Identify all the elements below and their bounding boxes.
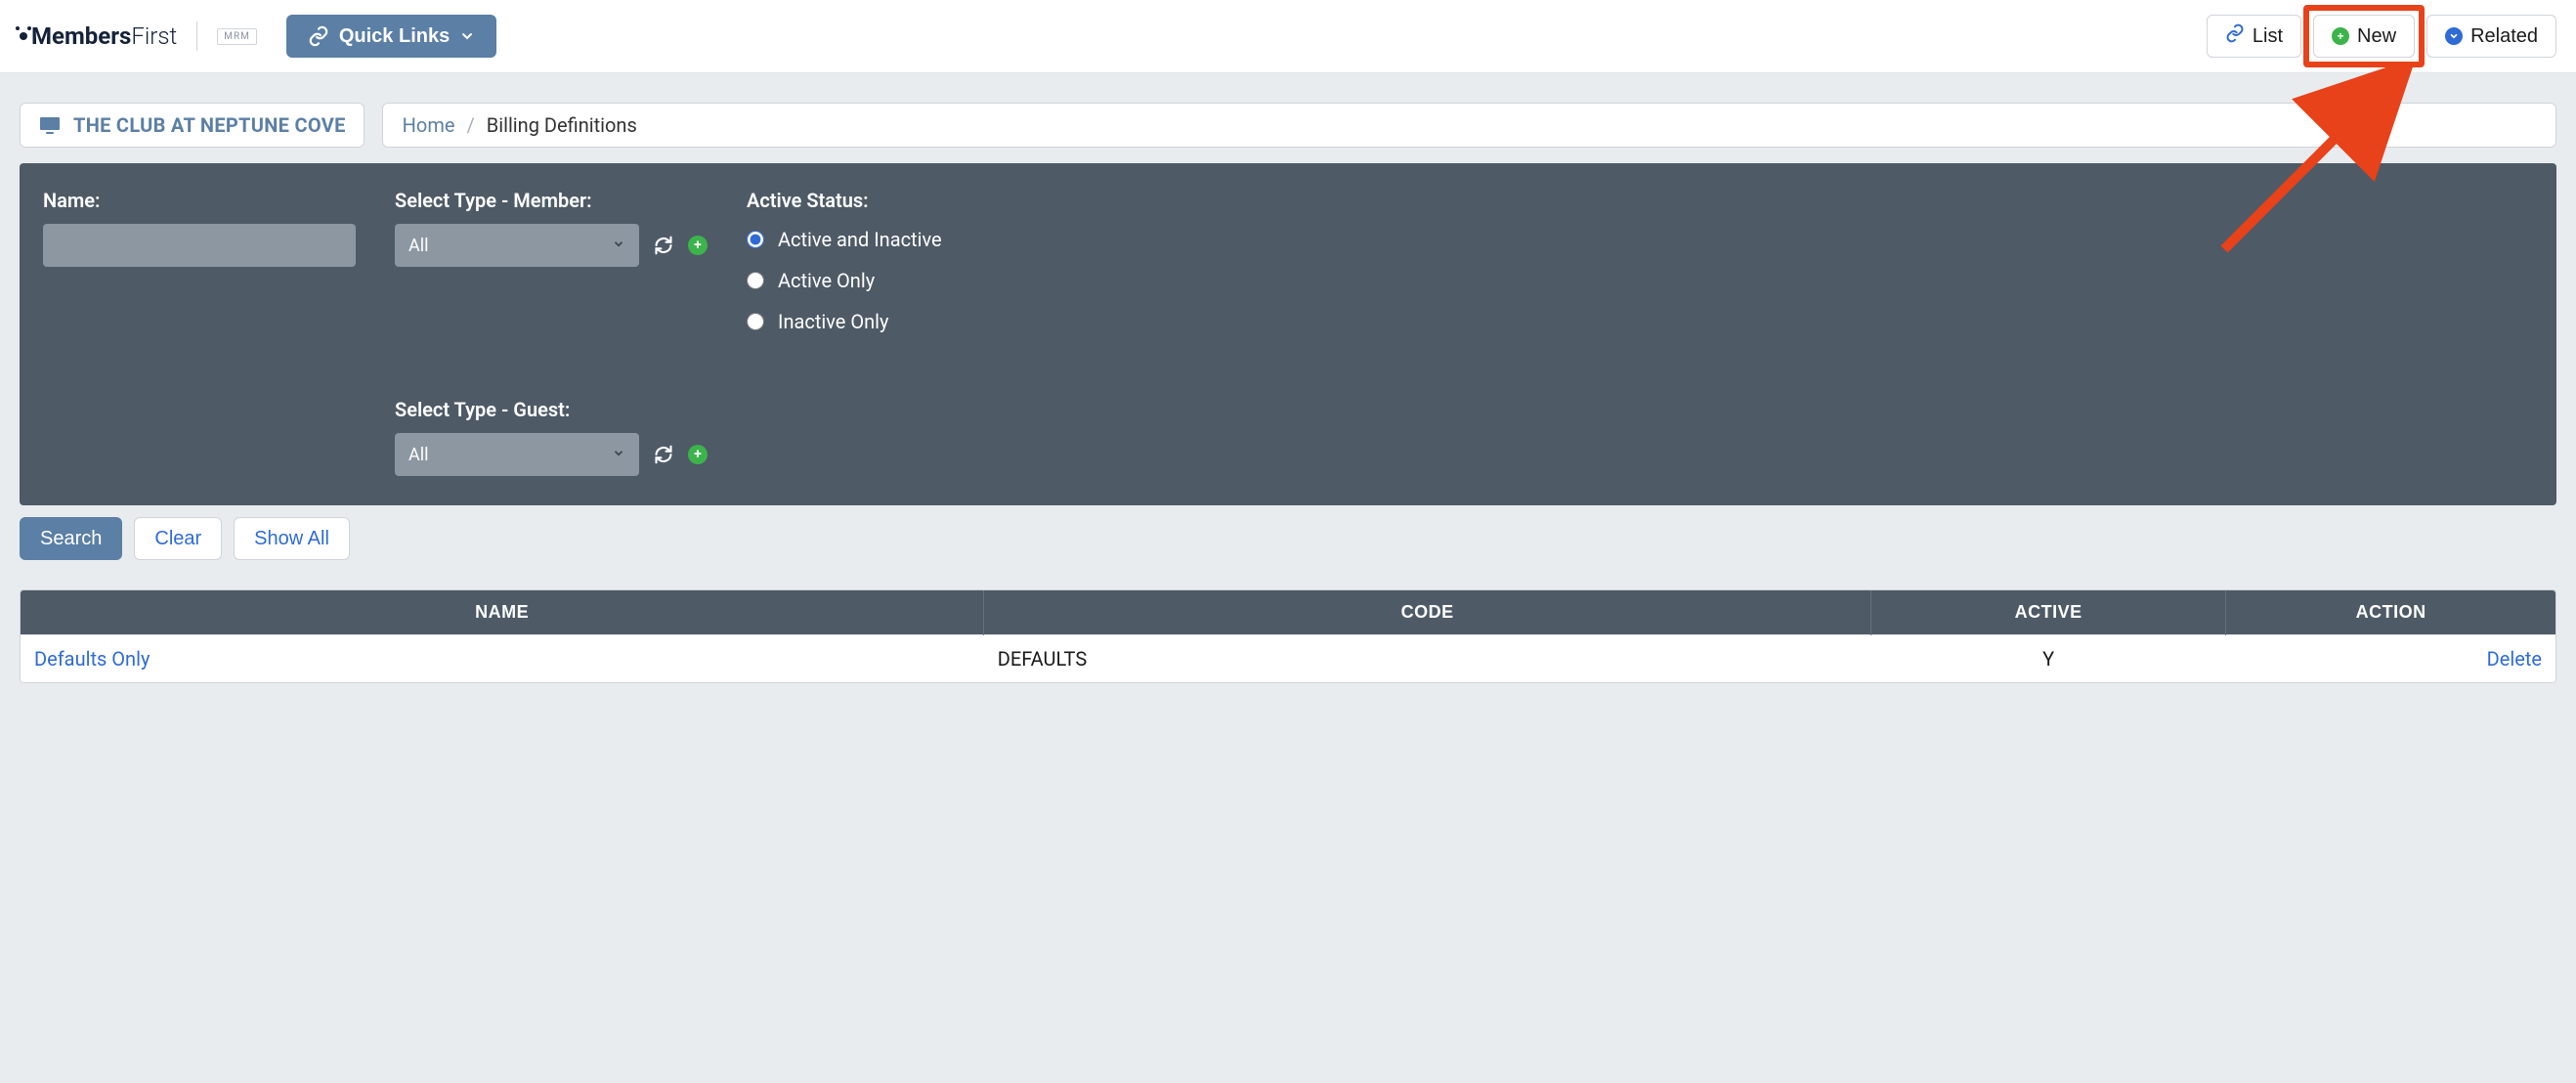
col-name: NAME <box>21 590 984 635</box>
radio-active-inactive[interactable]: Active and Inactive <box>747 228 2533 251</box>
table-row: Defaults Only DEFAULTS Y Delete <box>21 635 2555 683</box>
topbar: MembersFirst MRM Quick Links List <box>0 0 2576 73</box>
search-button[interactable]: Search <box>20 517 122 560</box>
radio-active-only-input[interactable] <box>747 272 764 289</box>
page-body: THE CLUB AT NEPTUNE COVE Home / Billing … <box>0 73 2576 722</box>
clear-button[interactable]: Clear <box>134 517 222 560</box>
chevron-down-icon <box>612 236 625 256</box>
member-type-select[interactable]: All <box>395 224 639 267</box>
chevron-circle-icon <box>2445 27 2463 45</box>
table-header-row: NAME CODE ACTIVE ACTION <box>21 590 2555 635</box>
new-button-wrap: + New <box>2313 15 2415 58</box>
filter-types-col: Select Type - Member: All + Select Type … <box>395 189 708 476</box>
logo-mark-icon <box>20 32 27 40</box>
chevron-down-icon <box>612 445 625 465</box>
col-code: CODE <box>984 590 1871 635</box>
topbar-actions: List + New Related <box>2207 15 2556 58</box>
filter-active-status: Active Status: Active and Inactive Activ… <box>747 189 2533 333</box>
plus-circle-icon: + <box>2332 27 2349 45</box>
club-name: THE CLUB AT NEPTUNE COVE <box>73 113 346 137</box>
logo-text: MembersFirst <box>20 22 177 50</box>
list-label: List <box>2253 25 2283 48</box>
link-chain-icon <box>2225 23 2245 49</box>
related-button[interactable]: Related <box>2426 15 2556 58</box>
logo[interactable]: MembersFirst MRM <box>20 22 257 51</box>
row-delete-link[interactable]: Delete <box>2226 635 2555 683</box>
guest-type-label: Select Type - Guest: <box>395 398 708 421</box>
active-status-label: Active Status: <box>747 189 2533 212</box>
chevron-down-icon <box>459 28 475 44</box>
refresh-member-type-button[interactable] <box>653 235 674 256</box>
divider <box>196 22 197 51</box>
new-label: New <box>2357 25 2396 48</box>
list-button[interactable]: List <box>2207 15 2301 58</box>
radio-inactive-only-label: Inactive Only <box>778 310 889 333</box>
club-chip[interactable]: THE CLUB AT NEPTUNE COVE <box>20 103 365 148</box>
link-icon <box>308 25 329 47</box>
col-action: ACTION <box>2226 590 2555 635</box>
new-button[interactable]: + New <box>2313 15 2415 58</box>
breadcrumb-home[interactable]: Home <box>403 113 455 137</box>
monitor-icon <box>38 113 62 137</box>
row-code: DEFAULTS <box>984 635 1871 683</box>
refresh-guest-type-button[interactable] <box>653 444 674 465</box>
breadcrumb: Home / Billing Definitions <box>382 103 2556 148</box>
quick-links-button[interactable]: Quick Links <box>286 15 496 58</box>
logo-tag: MRM <box>217 28 257 45</box>
radio-active-inactive-input[interactable] <box>747 231 764 248</box>
guest-type-value: All <box>408 445 429 465</box>
radio-active-inactive-label: Active and Inactive <box>778 228 942 251</box>
radio-inactive-only[interactable]: Inactive Only <box>747 310 2533 333</box>
radio-active-only[interactable]: Active Only <box>747 269 2533 292</box>
radio-inactive-only-input[interactable] <box>747 313 764 330</box>
radio-active-only-label: Active Only <box>778 269 875 292</box>
row-name-link[interactable]: Defaults Only <box>21 635 984 683</box>
breadcrumb-row: THE CLUB AT NEPTUNE COVE Home / Billing … <box>20 103 2556 148</box>
add-guest-type-button[interactable]: + <box>688 445 708 464</box>
related-label: Related <box>2470 25 2538 48</box>
row-active: Y <box>1871 635 2226 683</box>
results-table: NAME CODE ACTIVE ACTION Defaults Only DE… <box>20 589 2556 683</box>
quick-links-label: Quick Links <box>339 25 450 48</box>
logo-brand-a: Members <box>31 22 131 50</box>
add-member-type-button[interactable]: + <box>688 236 708 255</box>
filter-name-input[interactable] <box>43 224 356 267</box>
breadcrumb-separator: / <box>466 113 474 137</box>
logo-brand-b: First <box>131 22 177 50</box>
filter-panel: Name: Select Type - Member: All <box>20 163 2556 505</box>
show-all-button[interactable]: Show All <box>234 517 350 560</box>
col-active: ACTIVE <box>1871 590 2226 635</box>
member-type-value: All <box>408 236 429 256</box>
member-type-label: Select Type - Member: <box>395 189 708 212</box>
filter-name-label: Name: <box>43 189 356 212</box>
guest-type-select[interactable]: All <box>395 433 639 476</box>
filter-name: Name: <box>43 189 356 267</box>
breadcrumb-current: Billing Definitions <box>487 113 637 137</box>
action-row: Search Clear Show All <box>20 517 2556 560</box>
